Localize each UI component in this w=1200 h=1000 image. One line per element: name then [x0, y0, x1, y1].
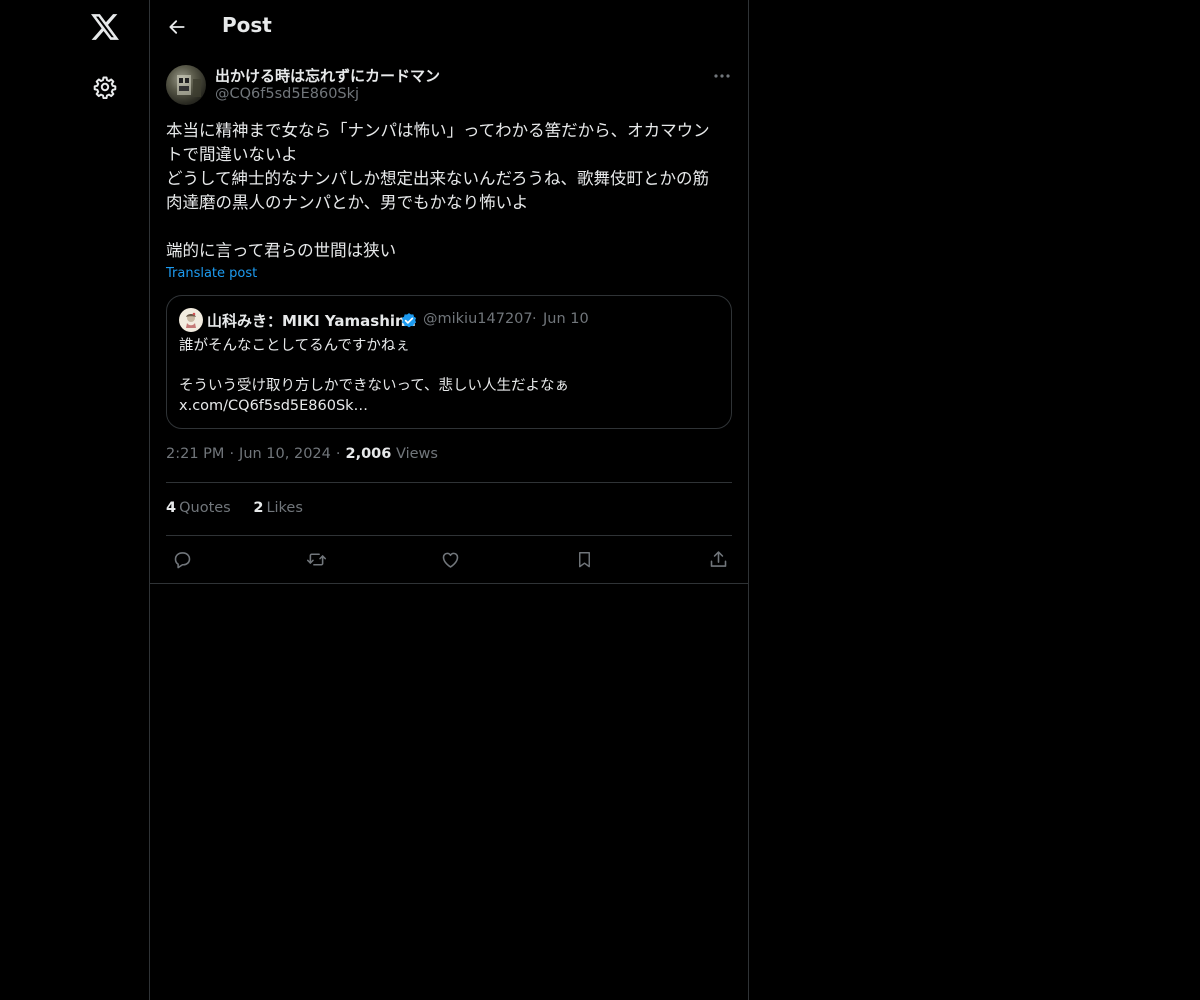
post-text-line: 端的に言って君らの世間は狭い — [166, 241, 397, 260]
section-border — [150, 583, 748, 584]
side-nav — [0, 0, 150, 1000]
quotes-count: 4 — [166, 500, 177, 516]
quoted-post[interactable]: 山科みき：MIKI Yamashina @mikiu147207 · Jun 1… — [166, 295, 732, 429]
quote-author-handle[interactable]: @mikiu147207 — [423, 311, 533, 327]
translate-post-link[interactable]: Translate post — [166, 266, 257, 281]
bookmark-icon — [578, 551, 590, 567]
post-stats: 4 Quotes 2 Likes — [166, 500, 321, 516]
quote-separator: · — [532, 311, 537, 327]
quote-date[interactable]: Jun 10 — [543, 311, 589, 327]
avatar[interactable] — [166, 65, 206, 105]
likes-stat[interactable]: 2 Likes — [253, 500, 303, 516]
views-count: 2,006 — [345, 446, 392, 462]
gear-icon[interactable] — [89, 71, 121, 103]
like-button[interactable] — [435, 547, 465, 571]
post-text: 本当に精神まで女なら「ナンパは怖い」ってわかる筈だから、オカマウン トで間違いな… — [166, 119, 736, 263]
share-button[interactable] — [703, 547, 733, 571]
post-text-line: どうして紳士的なナンパしか想定出来ないんだろうね、歌舞伎町とかの筋 — [166, 169, 710, 188]
app: Post 出かける時は忘れずにカードマン @CQ6f5sd5E860Skj 本当… — [0, 0, 1200, 1000]
meta-separator: · — [229, 446, 235, 462]
reply-icon — [174, 551, 190, 568]
post-text-line: 肉達磨の黒人のナンパとか、男でもかなり怖いよ — [166, 193, 529, 212]
likes-count: 2 — [253, 500, 264, 516]
more-icon — [714, 74, 730, 78]
post-date[interactable]: Jun 10, 2024 — [239, 446, 331, 462]
more-button[interactable] — [710, 64, 734, 88]
post-text-line: トで間違いないよ — [166, 145, 298, 164]
post-meta: 2:21 PM · Jun 10, 2024 · 2,006 Views — [166, 446, 438, 462]
page-title: Post — [222, 13, 272, 37]
share-icon — [710, 550, 726, 567]
author-handle[interactable]: @CQ6f5sd5E860Skj — [215, 86, 359, 102]
quote-author-name[interactable]: 山科みき：MIKI Yamashina — [207, 310, 416, 331]
quote-text-line: そういう受け取り方しかできないって、悲しい人生だよなぁ — [179, 378, 570, 394]
repost-icon — [306, 552, 326, 566]
post-text-line: 本当に精神まで女なら「ナンパは怖い」ってわかる筈だから、オカマウン — [166, 121, 710, 140]
main-column: Post 出かける時は忘れずにカードマン @CQ6f5sd5E860Skj 本当… — [149, 0, 749, 1000]
arrow-left-icon — [169, 20, 185, 34]
bookmark-button[interactable] — [569, 547, 599, 571]
reply-button[interactable] — [167, 547, 197, 571]
quote-text: 誰がそんなことしてるんですかねぇ そういう受け取り方しかできないって、悲しい人生… — [179, 336, 719, 416]
back-button[interactable] — [162, 12, 192, 42]
quotes-label: Quotes — [179, 500, 231, 516]
meta-separator: · — [335, 446, 341, 462]
quotes-stat[interactable]: 4 Quotes — [166, 500, 231, 516]
quote-text-line: 誰がそんなことしてるんですかねぇ — [179, 338, 410, 354]
x-logo-icon[interactable] — [89, 11, 121, 43]
quote-text-blank-line — [179, 356, 719, 376]
verified-badge-icon — [400, 312, 418, 330]
quote-avatar[interactable] — [179, 308, 203, 332]
views-label: Views — [395, 446, 438, 462]
author-name[interactable]: 出かける時は忘れずにカードマン — [215, 65, 440, 86]
repost-button[interactable] — [301, 547, 331, 571]
action-bar — [150, 536, 748, 583]
likes-label: Likes — [266, 500, 303, 516]
quote-link[interactable]: x.com/CQ6f5sd5E860Sk… — [179, 396, 719, 416]
post-time[interactable]: 2:21 PM — [166, 446, 224, 462]
divider — [166, 482, 732, 483]
post-text-blank-line — [166, 215, 736, 239]
post-header: Post — [150, 0, 748, 54]
heart-icon — [442, 552, 458, 568]
